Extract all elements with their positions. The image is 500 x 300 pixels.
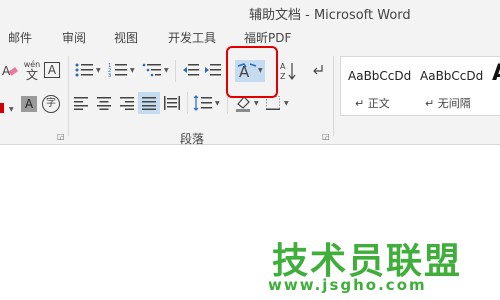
tab-view[interactable]: 视图: [114, 29, 138, 46]
increase-indent-icon[interactable]: [204, 62, 222, 78]
character-border-icon[interactable]: A: [44, 62, 60, 78]
group-divider: [175, 60, 176, 82]
enclose-characters-icon[interactable]: 字: [42, 95, 60, 113]
style-normal-sample: AaBbCcDd: [348, 69, 412, 83]
group-divider: [68, 56, 69, 136]
line-spacing-dropdown-icon[interactable]: ▼: [215, 100, 220, 107]
phonetic-guide-char: 文: [25, 67, 38, 82]
font-dialog-launcher-icon[interactable]: ◲: [57, 132, 65, 141]
borders-dropdown-icon[interactable]: ▼: [284, 100, 289, 107]
shading-dropdown-icon[interactable]: ▼: [254, 100, 259, 107]
numbering-icon[interactable]: 123: [108, 62, 128, 78]
svg-text:A: A: [280, 62, 286, 71]
decrease-indent-icon[interactable]: [182, 62, 200, 78]
align-right-icon[interactable]: [120, 96, 134, 110]
font-color-swatch: [0, 103, 4, 113]
group-divider: [187, 92, 188, 114]
multilevel-list-icon[interactable]: [142, 62, 162, 78]
style-no-spacing-sample: AaBbCcDd: [420, 69, 484, 83]
borders-icon[interactable]: [266, 96, 280, 110]
align-center-icon[interactable]: [97, 96, 111, 110]
paragraph-dialog-launcher-icon[interactable]: ◲: [322, 132, 330, 141]
tab-mailings[interactable]: 邮件: [8, 29, 32, 46]
show-paragraph-marks-icon[interactable]: [312, 64, 324, 76]
paragraph-group-label: 段落: [180, 132, 205, 146]
clear-formatting-icon[interactable]: A: [2, 62, 18, 78]
justify-icon[interactable]: [142, 96, 156, 110]
phonetic-guide-icon[interactable]: wén 文: [22, 60, 42, 82]
svg-text:3: 3: [108, 73, 111, 78]
window-title: 辅助文档 - Microsoft Word: [249, 8, 411, 23]
style-normal-name: ↵ 正文: [355, 97, 390, 110]
sort-icon[interactable]: AZ: [280, 60, 296, 82]
tab-developer[interactable]: 开发工具: [168, 29, 216, 46]
tab-foxit-pdf[interactable]: 福昕PDF: [244, 29, 291, 46]
style-heading-sample[interactable]: A: [492, 61, 500, 86]
font-color-dropdown-icon[interactable]: ▼: [9, 106, 14, 113]
style-no-spacing-name: ↵ 无间隔: [425, 97, 471, 110]
annotation-highlight-box: [226, 46, 278, 98]
align-left-icon[interactable]: [74, 96, 88, 110]
ribbon-tab-bar: 邮件 审阅 视图 开发工具 福昕PDF: [0, 24, 500, 48]
multilevel-list-dropdown-icon[interactable]: ▼: [164, 67, 169, 74]
tab-review[interactable]: 审阅: [62, 29, 86, 46]
character-shading-icon[interactable]: A: [21, 96, 37, 112]
title-bar: 辅助文档 - Microsoft Word: [0, 0, 500, 24]
watermark-url: www.jsgho.com: [268, 276, 427, 294]
bullets-icon[interactable]: [74, 62, 94, 78]
styles-gallery: AaBbCcDd ↵ 正文 AaBbCcDd ↵ 无间隔 A: [340, 56, 500, 116]
group-divider: [333, 56, 334, 136]
line-spacing-icon[interactable]: [193, 95, 213, 111]
numbering-dropdown-icon[interactable]: ▼: [130, 67, 135, 74]
distributed-icon[interactable]: [164, 96, 180, 110]
svg-text:Z: Z: [280, 72, 286, 81]
bullets-dropdown-icon[interactable]: ▼: [96, 67, 101, 74]
